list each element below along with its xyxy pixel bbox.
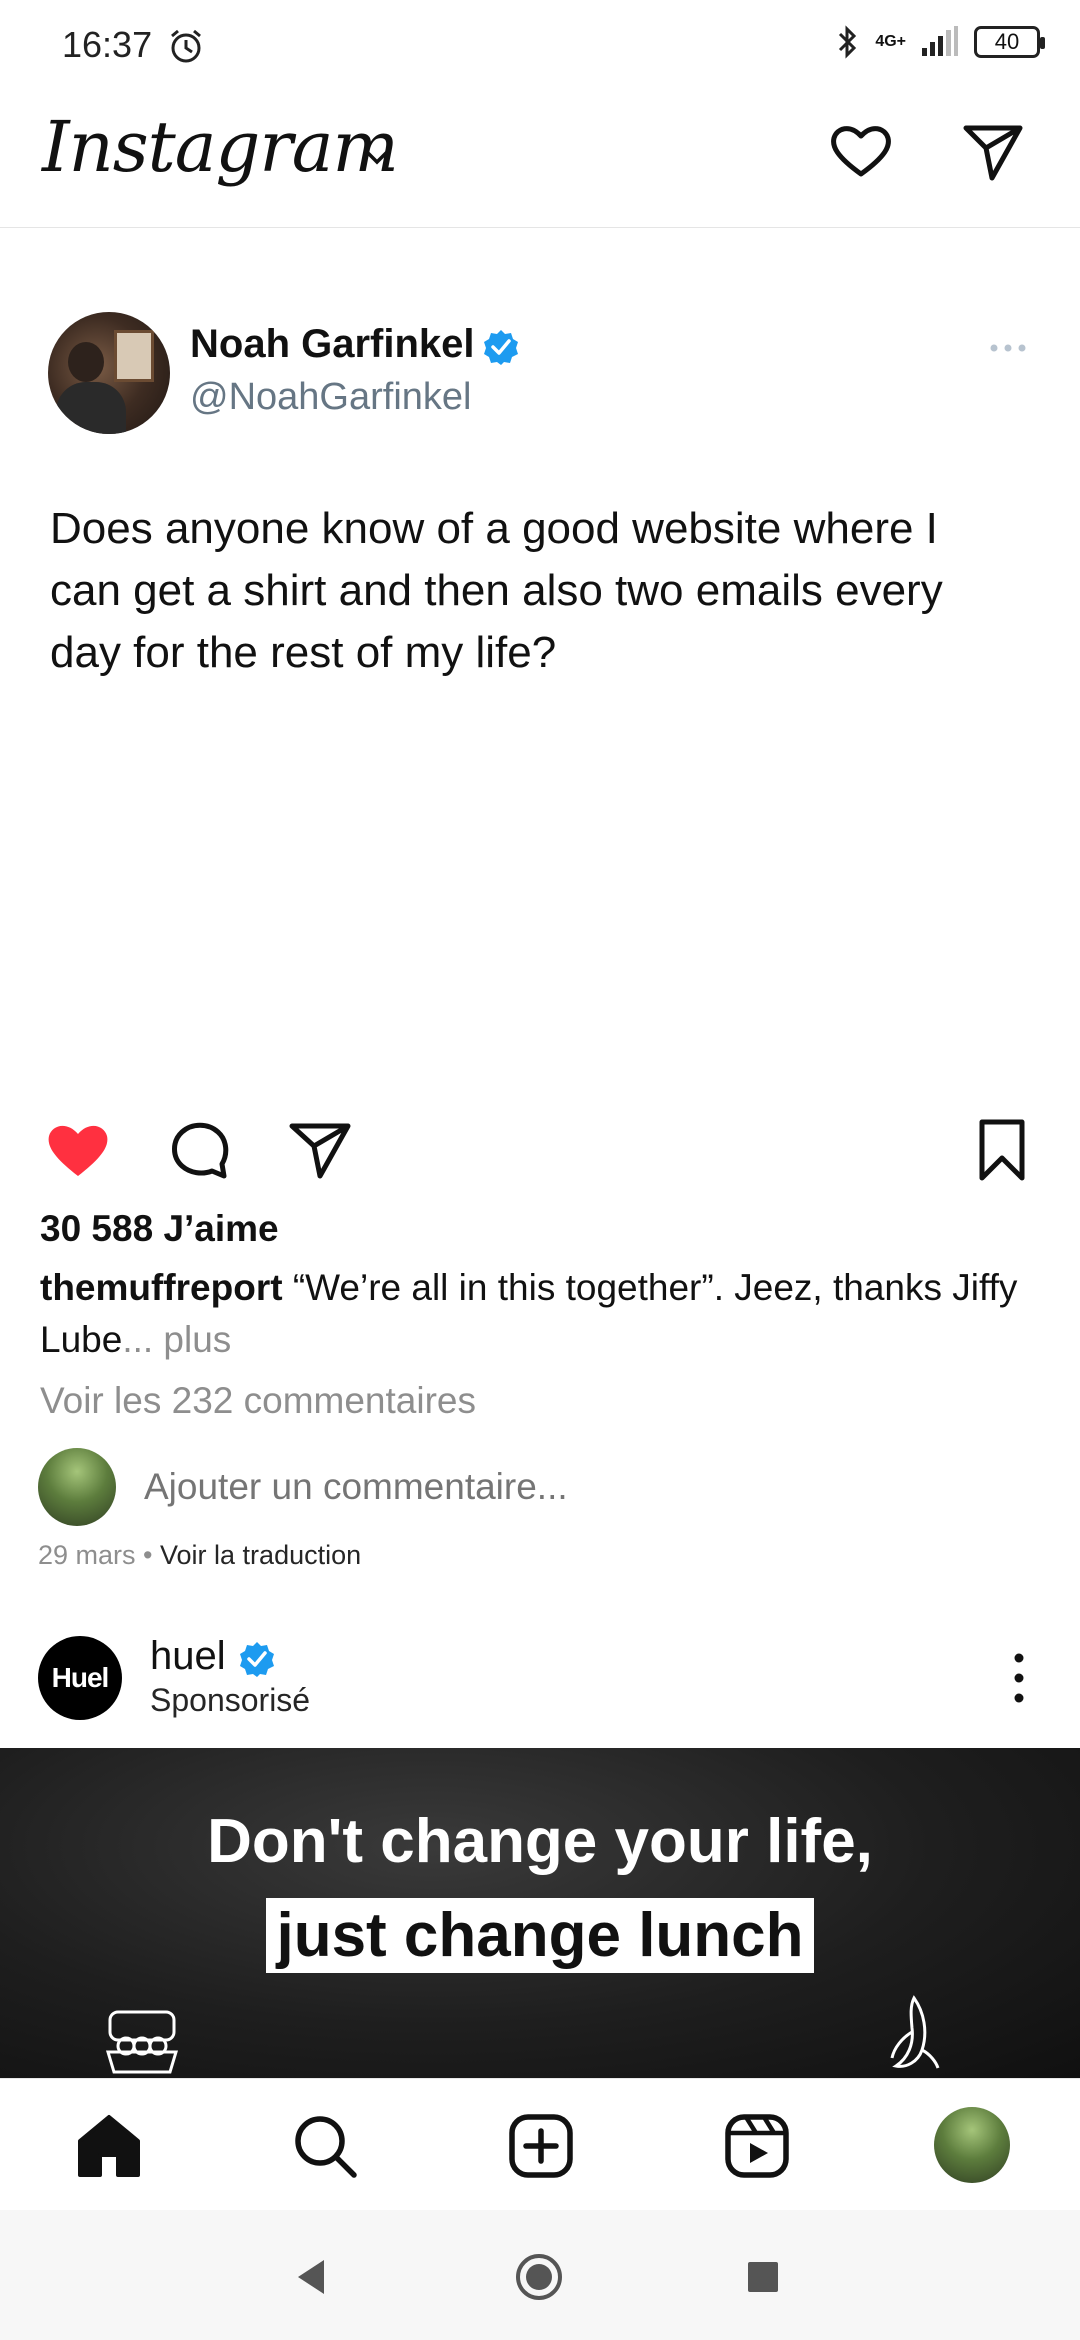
huel-avatar[interactable]: Huel	[38, 1636, 122, 1720]
home-icon[interactable]	[72, 2109, 146, 2183]
profile-avatar[interactable]	[934, 2107, 1010, 2183]
ad-headline-line2: just change lunch	[266, 1898, 814, 1973]
post-image-tweet[interactable]: Noah Garfinkel @NoahGarfinkel Does anyon…	[0, 230, 1080, 1090]
more-options-icon[interactable]	[1008, 1650, 1030, 1706]
egg-carton-icon	[105, 2010, 179, 2074]
tweet-text: Does anyone know of a good website where…	[50, 504, 943, 677]
instagram-logo[interactable]: Instagram	[42, 106, 399, 188]
bottom-navigation	[0, 2078, 1080, 2210]
banana-icon	[890, 1995, 940, 2069]
tweet-author-name: Noah Garfinkel	[190, 322, 475, 366]
battery-icon: 40	[974, 26, 1045, 58]
post-actions	[0, 1108, 1080, 1188]
post-meta: 29 mars • Voir la traduction	[38, 1540, 361, 1571]
network-label: 4G+	[875, 33, 906, 50]
recents-icon[interactable]	[738, 2252, 788, 2302]
tweet-author-avatar	[48, 312, 170, 434]
verified-badge-icon	[484, 330, 518, 365]
ad-headline-line2-wrap: just change lunch	[0, 1898, 1080, 1973]
signal-icon	[922, 26, 958, 56]
verified-badge-icon	[240, 1642, 274, 1677]
sponsor-username[interactable]: huel	[150, 1634, 226, 1679]
caption-ellipsis: ...	[122, 1319, 154, 1360]
share-send-icon[interactable]	[284, 1114, 356, 1186]
search-icon[interactable]	[288, 2109, 362, 2183]
home-button-icon[interactable]	[514, 2252, 564, 2302]
add-comment-input[interactable]	[144, 1466, 844, 1508]
system-navigation-bar	[0, 2210, 1080, 2340]
view-comments-link[interactable]: Voir les 232 commentaires	[40, 1380, 476, 1422]
reels-icon[interactable]	[720, 2109, 794, 2183]
sponsored-label: Sponsorisé	[150, 1682, 311, 1718]
status-bar: 16:37 4G+ 40	[0, 0, 1080, 90]
send-icon[interactable]	[958, 116, 1028, 186]
alarm-icon	[171, 29, 201, 63]
post-date: 29 mars	[38, 1540, 136, 1570]
back-icon[interactable]	[286, 2252, 336, 2302]
post-caption[interactable]: themuffreport “We’re all in this togethe…	[40, 1262, 1050, 1366]
chevron-down-icon[interactable]	[362, 142, 392, 172]
see-translation-link[interactable]: Voir la traduction	[160, 1540, 361, 1570]
heart-icon[interactable]	[826, 116, 896, 186]
ad-image[interactable]: Don't change your life, just change lunc…	[0, 1748, 1080, 2078]
meta-separator: •	[135, 1540, 161, 1570]
status-indicators: 4G+ 40	[835, 24, 1045, 60]
huel-avatar-text: Huel	[51, 1662, 110, 1693]
ad-headline-line1: Don't change your life,	[207, 1807, 873, 1876]
caption-more-link[interactable]: plus	[153, 1319, 231, 1360]
like-button-heart-icon[interactable]	[42, 1114, 114, 1186]
status-time: 16:37	[62, 24, 153, 65]
comment-icon[interactable]	[164, 1114, 236, 1186]
likes-count[interactable]: 30 588 J’aime	[40, 1208, 279, 1250]
bluetooth-icon	[839, 25, 857, 59]
app-header: Instagram	[0, 96, 1080, 228]
create-post-icon[interactable]	[504, 2109, 578, 2183]
tweet-more-icon	[990, 344, 1026, 352]
current-user-avatar	[38, 1448, 116, 1526]
bookmark-icon[interactable]	[966, 1114, 1038, 1186]
tweet-author-handle: @NoahGarfinkel	[190, 376, 472, 418]
battery-level: 40	[994, 29, 1020, 54]
caption-username[interactable]: themuffreport	[40, 1267, 283, 1308]
